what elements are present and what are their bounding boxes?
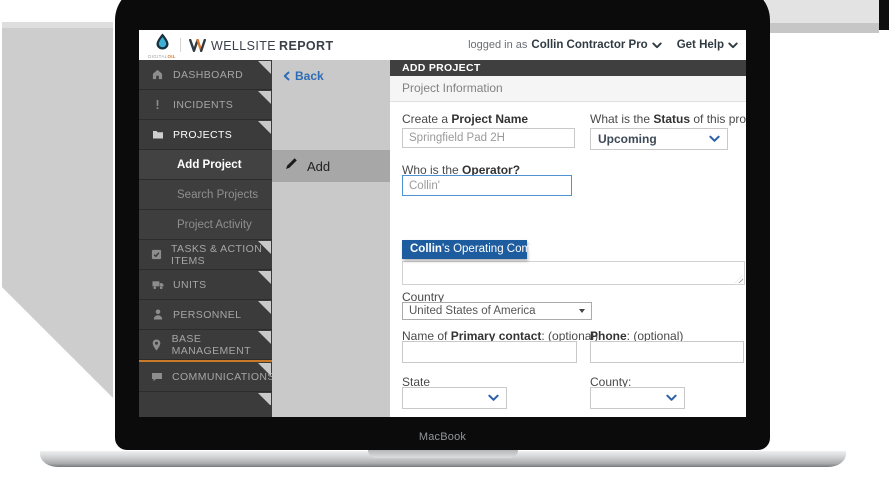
chevron-down-icon xyxy=(652,42,662,49)
macbook-base-notch xyxy=(368,450,518,458)
home-icon xyxy=(151,69,164,80)
app-header: DIGITALOIL WELLSITEREPORT logged in as C… xyxy=(139,30,746,60)
get-help-label: Get Help xyxy=(677,39,724,51)
fold-corner-icon xyxy=(258,271,271,284)
sidebar-item-projects[interactable]: PROJECTS xyxy=(139,120,272,150)
add-project-form: Create a Project Name What is the Status… xyxy=(390,102,746,417)
state-select[interactable] xyxy=(402,387,507,409)
brand-title: WELLSITEREPORT xyxy=(211,39,334,53)
fold-corner-icon xyxy=(258,61,271,74)
section-header: Project Information xyxy=(390,76,746,102)
operator-input[interactable] xyxy=(402,175,572,196)
back-button[interactable]: Back xyxy=(283,69,324,83)
app-screen: DIGITALOIL WELLSITEREPORT logged in as C… xyxy=(139,30,746,417)
chevron-down-icon xyxy=(728,42,738,49)
sidebar-item-label: INCIDENTS xyxy=(173,99,233,111)
logged-in-prefix: logged in as xyxy=(468,39,527,51)
tasks-icon xyxy=(151,249,162,260)
header-right: logged in as Collin Contractor Pro Get H… xyxy=(468,30,738,60)
fold-corner-icon xyxy=(258,121,271,134)
sidebar-item-label: Search Projects xyxy=(177,189,258,201)
chevron-down-icon xyxy=(666,394,677,402)
fold-corner-icon xyxy=(258,331,271,344)
sidebar-item-communications[interactable]: COMMUNICATIONS xyxy=(139,362,272,392)
fold-corner-icon xyxy=(258,301,271,314)
add-label: Add xyxy=(307,159,330,174)
user-menu[interactable]: logged in as Collin Contractor Pro xyxy=(468,39,662,51)
chevron-down-icon xyxy=(709,135,720,143)
macbook-label: MacBook xyxy=(115,431,770,443)
sidebar-item-label: Project Activity xyxy=(177,219,252,231)
user-name: Collin Contractor Pro xyxy=(531,39,647,51)
sidebar-item-label: BASE MANAGEMENT xyxy=(172,333,272,357)
chevron-left-icon xyxy=(283,71,290,81)
sidebar-item-incidents[interactable]: INCIDENTS xyxy=(139,90,272,120)
sidebar-item-label: PROJECTS xyxy=(173,129,232,141)
phone-input[interactable] xyxy=(590,341,744,363)
truck-icon xyxy=(151,280,164,290)
status-value: Upcoming xyxy=(598,132,657,146)
sidebar-item-label: TASKS & ACTION ITEMS xyxy=(171,243,272,267)
person-icon xyxy=(151,309,164,320)
secondary-sidebar: Back Add xyxy=(272,60,390,417)
sidebar-item-dashboard[interactable]: DASHBOARD xyxy=(139,60,272,90)
project-name-label: Create a Project Name xyxy=(402,112,528,126)
folder-icon xyxy=(151,129,164,140)
sidebar-item-personnel[interactable]: PERSONNEL xyxy=(139,300,272,330)
main-content: ADD PROJECT Project Information Create a… xyxy=(390,60,746,417)
digitaloil-logo: DIGITALOIL xyxy=(148,33,176,59)
notes-textarea[interactable] xyxy=(402,261,745,285)
sidebar-item-base-management[interactable]: BASE MANAGEMENT xyxy=(139,330,272,360)
fold-corner-icon xyxy=(258,393,271,405)
sidebar-item-tasks-action-items[interactable]: TASKS & ACTION ITEMS xyxy=(139,240,272,270)
fold-corner-icon xyxy=(258,363,271,376)
droplet-icon xyxy=(155,37,170,54)
page-title: ADD PROJECT xyxy=(390,60,746,76)
wellsite-w-icon xyxy=(189,39,206,57)
map-pin-icon xyxy=(151,339,163,351)
caret-down-icon xyxy=(579,309,585,313)
sidebar-nav: DASHBOARD INCIDENTS PROJECTS Add Project Sea… xyxy=(139,60,272,417)
header-divider xyxy=(180,38,181,52)
background-shadow-right xyxy=(765,0,879,33)
logo-subtext: DIGITALOIL xyxy=(148,55,176,59)
sidebar-item-add-project[interactable]: Add Project xyxy=(139,150,272,180)
county-select[interactable] xyxy=(590,387,685,409)
fold-corner-icon xyxy=(258,241,271,254)
operator-suggestion[interactable]: Collin's Operating Company xyxy=(402,240,527,259)
back-label: Back xyxy=(295,69,324,83)
alert-icon xyxy=(151,99,164,110)
background-shadow-left xyxy=(2,22,113,398)
get-help-menu[interactable]: Get Help xyxy=(677,39,738,51)
status-label: What is the Status of this project? xyxy=(590,112,746,126)
sidebar-item-label: UNITS xyxy=(173,279,207,291)
chevron-down-icon xyxy=(488,394,499,402)
sidebar-item-partial xyxy=(139,392,272,405)
page: MacBook DIGITALOIL WELLSITEREPORT logged… xyxy=(0,0,889,504)
sidebar-item-label: DASHBOARD xyxy=(173,69,243,81)
status-select[interactable]: Upcoming xyxy=(590,128,728,150)
sidebar-item-project-activity[interactable]: Project Activity xyxy=(139,210,272,240)
sidebar-item-label: COMMUNICATIONS xyxy=(172,371,272,383)
project-name-input[interactable] xyxy=(402,128,575,148)
primary-contact-input[interactable] xyxy=(402,341,577,363)
chat-icon xyxy=(151,372,163,382)
country-value: United States of America xyxy=(409,305,536,317)
sidebar-item-label: Add Project xyxy=(177,159,242,171)
sidebar-item-label: PERSONNEL xyxy=(173,309,241,321)
fold-corner-icon xyxy=(258,91,271,104)
country-select[interactable]: United States of America xyxy=(402,302,592,320)
subnav-item-add[interactable]: Add xyxy=(272,150,390,182)
pencil-icon xyxy=(285,157,298,175)
sidebar-item-search-projects[interactable]: Search Projects xyxy=(139,180,272,210)
background-edge-sliver xyxy=(879,0,889,30)
sidebar-item-units[interactable]: UNITS xyxy=(139,270,272,300)
